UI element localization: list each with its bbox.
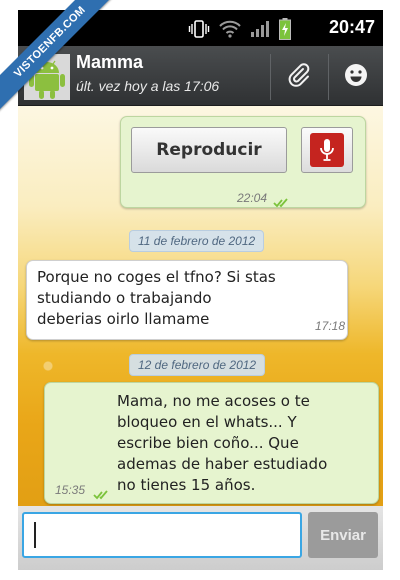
message-time: 17:18 bbox=[315, 319, 346, 333]
mic-button[interactable] bbox=[301, 127, 353, 173]
vibrate-icon bbox=[188, 19, 210, 43]
incoming-message-bubble: Porque no coges el tfno? Si stas studian… bbox=[26, 260, 348, 340]
android-avatar-icon bbox=[24, 54, 70, 104]
phone-screen: 20:47 Mamma últ. vez hoy a las 17:06 Rep… bbox=[18, 10, 383, 570]
battery-charging-icon bbox=[279, 18, 291, 44]
date-separator: 12 de febrero de 2012 bbox=[129, 354, 266, 376]
composer-bar: Enviar bbox=[18, 506, 383, 570]
message-time: 22:04 bbox=[237, 191, 268, 205]
message-input[interactable] bbox=[22, 512, 302, 558]
send-button[interactable]: Enviar bbox=[308, 512, 378, 558]
chat-header: Mamma últ. vez hoy a las 17:06 bbox=[18, 46, 383, 106]
header-divider bbox=[328, 54, 329, 100]
paperclip-icon bbox=[286, 62, 312, 92]
play-voice-button[interactable]: Reproducir bbox=[131, 127, 287, 173]
microphone-icon bbox=[310, 133, 344, 167]
status-bar: 20:47 bbox=[18, 10, 383, 46]
emoji-button[interactable] bbox=[331, 54, 381, 100]
delivered-check-icon bbox=[273, 193, 291, 208]
last-seen: últ. vez hoy a las 17:06 bbox=[76, 78, 220, 94]
header-divider bbox=[270, 54, 271, 100]
attach-button[interactable] bbox=[274, 54, 324, 100]
delivered-check-icon bbox=[93, 485, 111, 500]
signal-icon bbox=[250, 20, 270, 42]
smiley-icon bbox=[343, 62, 369, 92]
message-time: 15:35 bbox=[55, 483, 86, 497]
text-cursor bbox=[34, 522, 36, 548]
status-icons bbox=[188, 18, 291, 44]
contact-name[interactable]: Mamma bbox=[76, 52, 143, 73]
conversation[interactable]: Reproducir 22:04 11 de febrero de 2012 P… bbox=[18, 106, 383, 506]
clock: 20:47 bbox=[328, 17, 375, 37]
contact-avatar[interactable] bbox=[24, 54, 70, 100]
voice-message-bubble: Reproducir 22:04 bbox=[120, 116, 366, 208]
wifi-icon bbox=[219, 20, 241, 42]
outgoing-message-bubble: Mama, no me acoses o te bloqueo en el wh… bbox=[44, 382, 379, 504]
message-text: Porque no coges el tfno? Si stas studian… bbox=[37, 268, 276, 328]
message-text: Mama, no me acoses o te bloqueo en el wh… bbox=[117, 392, 328, 494]
date-separator: 11 de febrero de 2012 bbox=[129, 230, 265, 252]
